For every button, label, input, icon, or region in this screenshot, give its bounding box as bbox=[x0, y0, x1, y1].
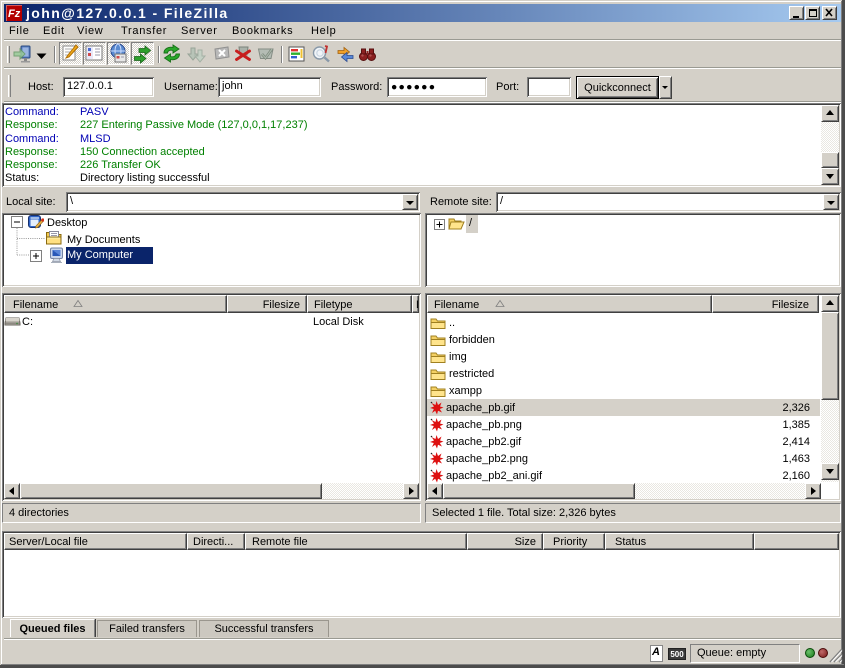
svg-text:Fz: Fz bbox=[8, 8, 21, 20]
